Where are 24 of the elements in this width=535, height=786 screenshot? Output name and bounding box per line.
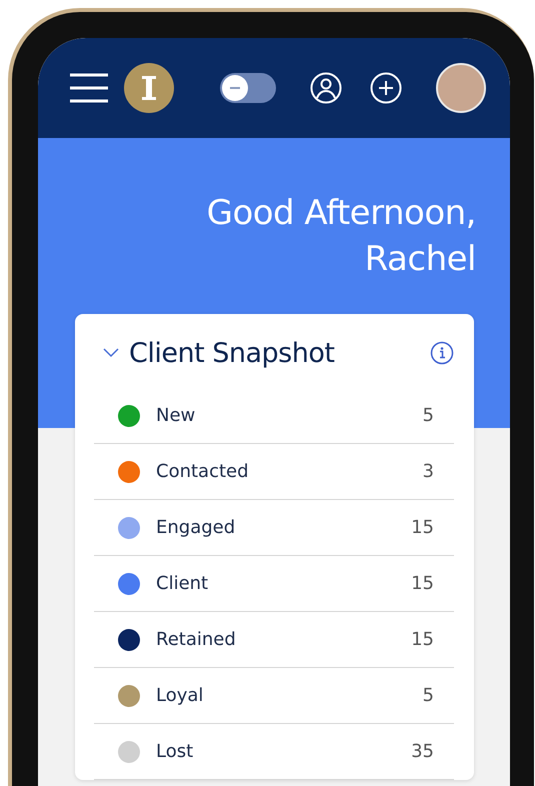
status-label: Contacted	[156, 461, 250, 482]
status-count: 35	[411, 741, 434, 762]
status-count: 5	[422, 405, 434, 426]
status-label: Loyal	[156, 685, 204, 706]
status-label: Client	[156, 573, 210, 594]
toggle-switch[interactable]	[220, 73, 276, 103]
status-count: 15	[411, 517, 434, 538]
greeting-text: Good Afternoon, Rachel	[206, 192, 476, 281]
card-title: Client Snapshot	[129, 338, 336, 368]
user-icon[interactable]	[310, 72, 342, 104]
status-label: New	[156, 405, 196, 426]
status-label: Lost	[156, 741, 194, 762]
status-count: 3	[422, 461, 434, 482]
status-count: 15	[411, 629, 434, 650]
menu-icon[interactable]	[70, 73, 108, 103]
logo-icon	[124, 63, 174, 113]
status-count: 15	[411, 573, 434, 594]
avatar[interactable]	[436, 63, 486, 113]
add-icon[interactable]	[370, 72, 402, 104]
status-label: Engaged	[156, 517, 236, 538]
info-icon[interactable]	[430, 341, 454, 365]
chevron-icon[interactable]	[103, 348, 119, 358]
status-count: 5	[422, 685, 434, 706]
status-label: Retained	[156, 629, 237, 650]
